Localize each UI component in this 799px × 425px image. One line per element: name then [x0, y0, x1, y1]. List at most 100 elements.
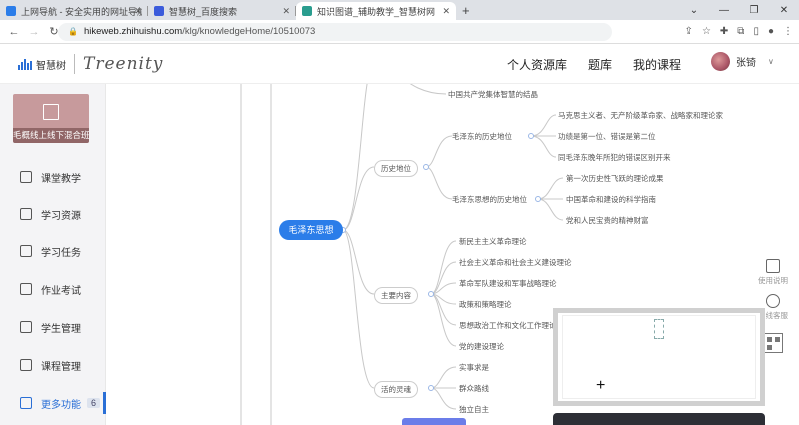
- baidu-icon: [154, 6, 164, 16]
- bottom-action-button[interactable]: [402, 418, 466, 425]
- mindmap-node[interactable]: 同毛泽东晚年所犯的错误区别开来: [558, 152, 671, 163]
- browser-toolbar: ⇪ ☆ ✚ ⧉ ▯ ● ⋮: [685, 26, 793, 37]
- manual-icon[interactable]: [766, 259, 780, 273]
- share-icon[interactable]: ⇪: [685, 26, 693, 37]
- close-icon[interactable]: ✕: [442, 6, 450, 17]
- course-card[interactable]: 毛概线上线下混合班...: [13, 94, 89, 143]
- extension-icon[interactable]: ✚: [720, 26, 728, 37]
- mindmap-node[interactable]: 中国共产党集体智慧的结晶: [448, 89, 538, 100]
- count-badge: 6: [87, 398, 101, 408]
- mindmap-node[interactable]: 党的建设理论: [459, 341, 504, 352]
- help-label[interactable]: 使用说明: [758, 275, 788, 286]
- zhihuishu-icon: [302, 6, 312, 16]
- sidebar-item-resources[interactable]: 学习资源: [0, 203, 106, 225]
- user-menu[interactable]: 张锜 ∨: [711, 52, 774, 71]
- nav-personal-library[interactable]: 个人资源库: [507, 56, 567, 73]
- mindmap-node[interactable]: 实事求是: [459, 362, 489, 373]
- sidebar: 毛概线上线下混合班... 课堂教学 学习资源 学习任务 作业考试 学生管理 课程…: [0, 84, 106, 425]
- browser-tab-2[interactable]: 智慧树_百度搜索 ✕: [148, 2, 296, 20]
- bookmark-star-icon[interactable]: ☆: [702, 26, 711, 37]
- sidebar-icon[interactable]: ▯: [753, 26, 759, 37]
- logo-divider: [74, 54, 75, 74]
- app-header: 智慧树 Treenity 个人资源库 题库 我的课程 张锜 ∨: [0, 44, 799, 84]
- logo-cn-text: 智慧树: [36, 60, 66, 72]
- student-icon: [20, 321, 32, 333]
- mindmap-root-node[interactable]: 毛泽东思想: [279, 220, 343, 240]
- mindmap-node[interactable]: 功绩是第一位、错误是第二位: [558, 131, 656, 142]
- window-close-icon[interactable]: ✕: [769, 5, 799, 16]
- new-tab-icon[interactable]: +: [462, 2, 470, 20]
- window-controls: ⌄ — ❐ ✕: [679, 0, 799, 20]
- url-domain: hikeweb.zhihuishu.com: [83, 26, 183, 37]
- mindmap-node[interactable]: 马克思主义者、无产阶级革命家、战略家和理论家: [558, 110, 723, 121]
- mindmap-branch-node[interactable]: 活的灵魂: [374, 381, 418, 398]
- more-icon: [20, 397, 32, 409]
- mindmap-node[interactable]: 独立自主: [459, 404, 489, 415]
- tab-title: 上网导航 - 安全实用的网址导航: [21, 6, 142, 17]
- close-icon[interactable]: ✕: [282, 6, 290, 17]
- chevron-down-icon[interactable]: ∨: [768, 57, 774, 66]
- mindmap-node[interactable]: 毛泽东思想的历史地位: [452, 194, 527, 205]
- url-field[interactable]: 🔒 hikeweb.zhihuishu.com/klg/knowledgeHom…: [58, 22, 612, 41]
- username: 张锜: [736, 58, 756, 69]
- close-icon[interactable]: ✕: [134, 6, 142, 17]
- tab-title: 知识图谱_辅助教学_智慧树网: [317, 6, 436, 17]
- mindmap-node[interactable]: 党和人民宝贵的精神财富: [566, 215, 649, 226]
- forward-icon[interactable]: →: [24, 26, 44, 38]
- restore-icon[interactable]: ❐: [739, 5, 769, 16]
- nav-my-courses[interactable]: 我的课程: [633, 56, 681, 73]
- qr-code-icon[interactable]: [763, 333, 783, 353]
- sidebar-item-label: 学习资源: [41, 210, 81, 222]
- classroom-icon: [20, 171, 32, 183]
- mindmap-node[interactable]: 新民主主义革命理论: [459, 236, 527, 247]
- top-nav: 个人资源库 题库 我的课程: [507, 56, 681, 73]
- address-bar-row: ← → ↻ 🔒 hikeweb.zhihuishu.com/klg/knowle…: [0, 20, 799, 44]
- sidebar-item-exams[interactable]: 作业考试: [0, 278, 106, 300]
- mindmap-minimap[interactable]: +: [553, 308, 765, 406]
- mindmap-branch-node[interactable]: 主要内容: [374, 287, 418, 304]
- sidebar-item-course-manage[interactable]: 课程管理: [0, 354, 106, 376]
- browser-tab-3[interactable]: 知识图谱_辅助教学_智慧树网 ✕: [296, 2, 456, 20]
- back-icon[interactable]: ←: [4, 26, 24, 38]
- chat-icon[interactable]: [766, 294, 780, 308]
- mindmap-node[interactable]: 群众路线: [459, 383, 489, 394]
- mindmap-node[interactable]: 毛泽东的历史地位: [452, 131, 512, 142]
- menu-dots-icon[interactable]: ⋮: [783, 26, 793, 37]
- minimize-icon[interactable]: —: [709, 5, 739, 16]
- nav-question-bank[interactable]: 题库: [588, 56, 612, 73]
- sidebar-item-classroom[interactable]: 课堂教学: [0, 166, 106, 188]
- mindmap-node[interactable]: 政策和策略理论: [459, 299, 512, 310]
- exam-icon: [20, 283, 32, 295]
- mindmap-node[interactable]: 思想政治工作和文化工作理论: [459, 320, 557, 331]
- sidebar-item-label: 作业考试: [41, 285, 81, 297]
- sidebar-item-label: 学生管理: [41, 323, 81, 335]
- mindmap-node[interactable]: 社会主义革命和社会主义建设理论: [459, 257, 572, 268]
- url-path: /klg/knowledgeHome/10510073: [182, 26, 316, 37]
- book-icon: [43, 104, 59, 120]
- mindmap-node[interactable]: 革命军队建设和军事战略理论: [459, 278, 557, 289]
- task-icon: [20, 245, 32, 257]
- sidebar-item-label: 课程管理: [41, 361, 81, 373]
- browser-tab-1[interactable]: 上网导航 - 安全实用的网址导航 ✕: [0, 2, 148, 20]
- mindmap-node[interactable]: 第一次历史性飞跃的理论成果: [566, 173, 664, 184]
- course-title: 毛概线上线下混合班...: [13, 128, 89, 143]
- logo-en-text: Treenity: [83, 54, 164, 74]
- minimap-content: [654, 319, 664, 339]
- mindmap-node[interactable]: 中国革命和建设的科学指南: [566, 194, 656, 205]
- sidebar-item-tasks[interactable]: 学习任务: [0, 240, 106, 262]
- mindmap-branch-node[interactable]: 历史地位: [374, 160, 418, 177]
- navigation-site-icon: [6, 6, 16, 16]
- lock-icon: 🔒: [68, 27, 78, 36]
- tab-search-icon[interactable]: ⌄: [679, 5, 709, 16]
- minimap-toolbar[interactable]: [553, 413, 765, 425]
- sidebar-item-label: 学习任务: [41, 247, 81, 259]
- avatar[interactable]: [711, 52, 730, 71]
- logo[interactable]: 智慧树 Treenity: [18, 54, 163, 74]
- sidebar-item-students[interactable]: 学生管理: [0, 316, 106, 338]
- browser-tab-bar: 上网导航 - 安全实用的网址导航 ✕ 智慧树_百度搜索 ✕ 知识图谱_辅助教学_…: [0, 0, 799, 20]
- sidebar-item-more[interactable]: 更多功能 6: [0, 392, 106, 414]
- logo-bars-icon: [18, 58, 32, 70]
- profile-icon[interactable]: ●: [768, 26, 774, 37]
- extensions-puzzle-icon[interactable]: ⧉: [737, 26, 744, 37]
- tab-title: 智慧树_百度搜索: [169, 6, 238, 17]
